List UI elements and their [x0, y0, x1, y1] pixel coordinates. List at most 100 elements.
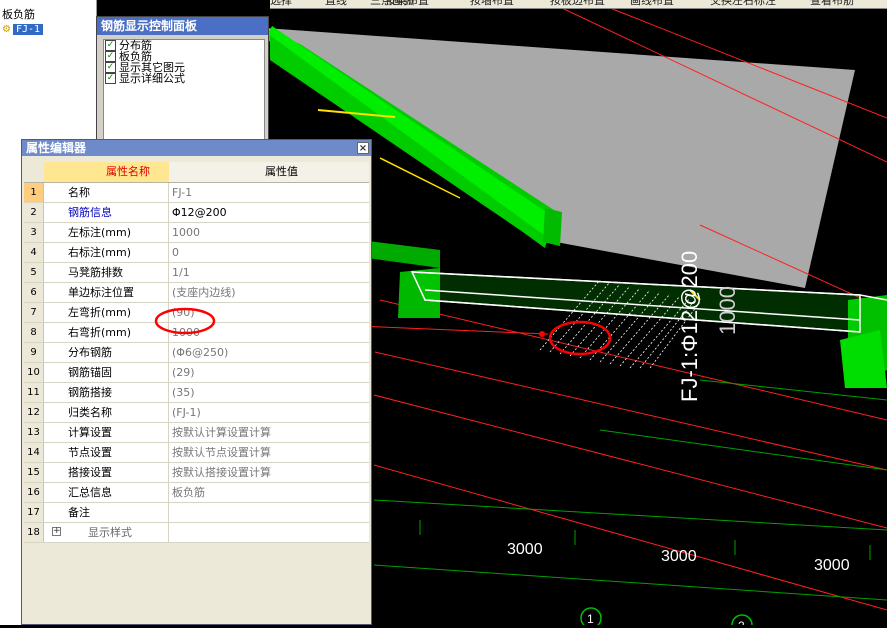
property-name: 计算设置	[44, 423, 169, 442]
property-name: 备注	[44, 503, 169, 522]
tool-draw-line-layout[interactable]: 画线布置	[630, 0, 674, 8]
row-index: 13	[24, 423, 44, 442]
row-index: 17	[24, 503, 44, 522]
property-name: 单边标注位置	[44, 283, 169, 302]
property-name: 马凳筋排数	[44, 263, 169, 282]
checkbox-negative-rebar[interactable]: ✓	[105, 50, 116, 62]
gear-icon: ⚙	[2, 24, 11, 35]
property-row-summary-info[interactable]: 16 汇总信息 板负筋	[24, 483, 369, 503]
property-value[interactable]	[169, 523, 369, 542]
length-label[interactable]: 1000	[715, 286, 740, 335]
property-name: 左标注(mm)	[44, 223, 169, 242]
property-row-remarks[interactable]: 17 备注	[24, 503, 369, 523]
property-name: 显示样式	[44, 523, 169, 542]
property-value[interactable]: (29)	[169, 363, 369, 382]
rebar-label[interactable]: FJ-1:Φ12@200	[677, 251, 702, 402]
property-table-header: 属性名称 属性值	[24, 162, 369, 183]
row-index: 8	[24, 323, 44, 342]
tool-view-rebar[interactable]: 查看布筋	[810, 0, 854, 8]
leader-dot	[539, 331, 545, 337]
property-value[interactable]: 按默认计算设置计算	[169, 423, 369, 442]
property-row-left-label[interactable]: 3 左标注(mm) 1000	[24, 223, 369, 243]
dimension-label-3: 3000	[814, 557, 850, 574]
tree-root-label: 板负筋	[2, 8, 35, 21]
property-value[interactable]: 1/1	[169, 263, 369, 282]
tree-item-fj1[interactable]: ⚙ FJ-1	[2, 22, 44, 35]
property-name: 归类名称	[44, 403, 169, 422]
property-value[interactable]: 板负筋	[169, 483, 369, 502]
property-name: 节点设置	[44, 443, 169, 462]
axis-label-2: 2	[738, 619, 745, 625]
checkbox-show-detail-formula[interactable]: ✓	[105, 72, 116, 84]
property-value[interactable]: FJ-1	[169, 183, 369, 202]
header-property-name[interactable]: 属性名称	[44, 162, 169, 182]
property-row-rebar-lap[interactable]: 11 钢筋搭接 (35)	[24, 383, 369, 403]
tool-select[interactable]: 选择	[270, 0, 292, 8]
checkbox-distribution-rebar[interactable]: ✓	[105, 39, 116, 51]
row-index: 3	[24, 223, 44, 242]
property-row-distribution-rebar[interactable]: 9 分布钢筋 (Φ6@250)	[24, 343, 369, 363]
tree-item-label: FJ-1	[13, 24, 44, 35]
property-row-single-side-position[interactable]: 6 单边标注位置 (支座内边线)	[24, 283, 369, 303]
row-index: 18	[24, 523, 44, 542]
property-value[interactable]: 按默认节点设置计算	[169, 443, 369, 462]
property-value[interactable]: (支座内边线)	[169, 283, 369, 302]
row-index: 12	[24, 403, 44, 422]
property-name: 钢筋信息	[44, 203, 169, 222]
tool-swap-labels[interactable]: 交换左右标注	[710, 0, 776, 8]
property-value[interactable]: 0	[169, 243, 369, 262]
property-value[interactable]	[169, 503, 369, 522]
beam-end	[543, 208, 562, 246]
row-index: 6	[24, 283, 44, 302]
row-index: 5	[24, 263, 44, 282]
property-row-rebar-info[interactable]: 2 钢筋信息 Φ12@200	[24, 203, 369, 223]
property-name: 名称	[44, 183, 169, 202]
row-index: 2	[24, 203, 44, 222]
property-row-right-label[interactable]: 4 右标注(mm) 0	[24, 243, 369, 263]
property-name: 钢筋搭接	[44, 383, 169, 402]
property-name: 右标注(mm)	[44, 243, 169, 262]
property-value[interactable]: (35)	[169, 383, 369, 402]
property-value[interactable]: (FJ-1)	[169, 403, 369, 422]
close-icon[interactable]: ×	[357, 142, 369, 154]
row-index: 10	[24, 363, 44, 382]
option-label: 显示详细公式	[119, 72, 185, 85]
tool-line[interactable]: 直线	[325, 0, 347, 8]
property-row-node-settings[interactable]: 14 节点设置 按默认节点设置计算	[24, 443, 369, 463]
property-row-lap-settings[interactable]: 15 搭接设置 按默认搭接设置计算	[24, 463, 369, 483]
tool-layout-by-slab-edge[interactable]: 按板边布置	[550, 0, 605, 8]
property-row-display-style[interactable]: 18 + 显示样式	[24, 523, 369, 543]
tool-layout-by-wall[interactable]: 按墙布置	[470, 0, 514, 8]
dimension-label-2: 3000	[661, 548, 697, 565]
property-value[interactable]: 1000	[169, 223, 369, 242]
property-value[interactable]: Φ12@200	[169, 203, 369, 222]
property-name: 分布钢筋	[44, 343, 169, 362]
row-index: 15	[24, 463, 44, 482]
row-index: 4	[24, 243, 44, 262]
tool-layout-by-beam[interactable]: 按梁布置	[385, 0, 429, 8]
property-row-category-name[interactable]: 12 归类名称 (FJ-1)	[24, 403, 369, 423]
header-property-value[interactable]: 属性值	[169, 162, 369, 182]
support-right-front	[840, 330, 887, 388]
property-editor: 属性编辑器 × 属性名称 属性值 1 名称 FJ-1 2 钢筋信息 Φ12@20…	[21, 139, 372, 625]
row-index: 14	[24, 443, 44, 462]
property-value[interactable]: 按默认搭接设置计算	[169, 463, 369, 482]
property-editor-titlebar[interactable]: 属性编辑器 ×	[22, 140, 371, 156]
row-index: 16	[24, 483, 44, 502]
property-row-rebar-anchorage[interactable]: 10 钢筋锚固 (29)	[24, 363, 369, 383]
control-panel-title[interactable]: 钢筋显示控制面板	[97, 17, 268, 35]
axis-label-1: 1	[587, 612, 594, 625]
tree-root-item[interactable]: 板负筋	[2, 6, 35, 22]
property-row-calc-settings[interactable]: 13 计算设置 按默认计算设置计算	[24, 423, 369, 443]
option-show-detail-formula[interactable]: ✓ 显示详细公式	[104, 72, 264, 85]
property-row-name[interactable]: 1 名称 FJ-1	[24, 183, 369, 203]
property-rows: 1 名称 FJ-1 2 钢筋信息 Φ12@200 3 左标注(mm) 1000 …	[24, 183, 369, 543]
property-name: 搭接设置	[44, 463, 169, 482]
row-index: 11	[24, 383, 44, 402]
property-row-chair-rows[interactable]: 5 马凳筋排数 1/1	[24, 263, 369, 283]
checkbox-show-other-elements[interactable]: ✓	[105, 61, 116, 73]
property-value[interactable]: (Φ6@250)	[169, 343, 369, 362]
property-name: 汇总信息	[44, 483, 169, 502]
top-toolbar: 选择 直线 三点画弧 按梁布置 按墙布置 按板边布置 画线布置 交换左右标注 查…	[270, 0, 887, 9]
property-editor-title: 属性编辑器	[26, 141, 87, 155]
